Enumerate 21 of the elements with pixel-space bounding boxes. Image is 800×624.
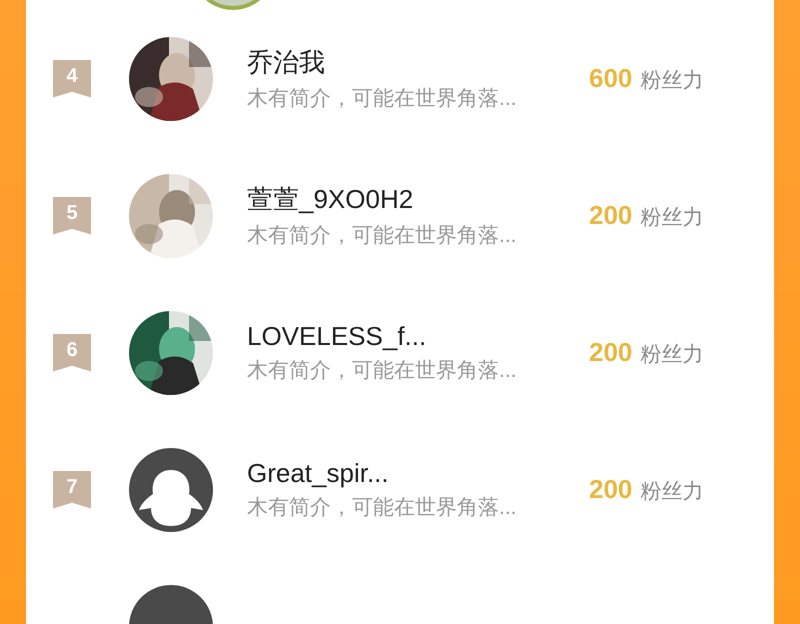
user-bio: 木有简介，可能在世界角落... bbox=[247, 223, 518, 249]
user-name: LOVELESS_f... bbox=[247, 321, 428, 352]
fan-label: 粉丝力 bbox=[640, 342, 704, 368]
user-name: 乔治我 bbox=[247, 46, 326, 79]
fan-count: 200 bbox=[589, 337, 632, 368]
rank-badge: 4 bbox=[53, 60, 91, 98]
rank-badge: 7 bbox=[53, 470, 91, 508]
fan-count: 200 bbox=[589, 474, 632, 505]
user-bio: 木有简介，可能在世界角落... bbox=[247, 86, 518, 112]
fan-label: 粉丝力 bbox=[640, 205, 704, 231]
user-name: 萱萱_9XO0H2 bbox=[247, 183, 414, 216]
fan-count: 200 bbox=[589, 200, 632, 231]
user-name: Great_spir... bbox=[247, 458, 390, 489]
user-bio: 木有简介，可能在世界角落... bbox=[247, 495, 518, 521]
fan-label: 粉丝力 bbox=[640, 68, 704, 94]
rank-badge: 6 bbox=[53, 334, 91, 372]
rank-badge: 5 bbox=[53, 196, 91, 234]
fan-label: 粉丝力 bbox=[640, 479, 704, 505]
avatar-icon bbox=[129, 448, 213, 532]
fan-count: 600 bbox=[589, 63, 632, 94]
user-bio: 木有简介，可能在世界角落... bbox=[247, 358, 518, 384]
